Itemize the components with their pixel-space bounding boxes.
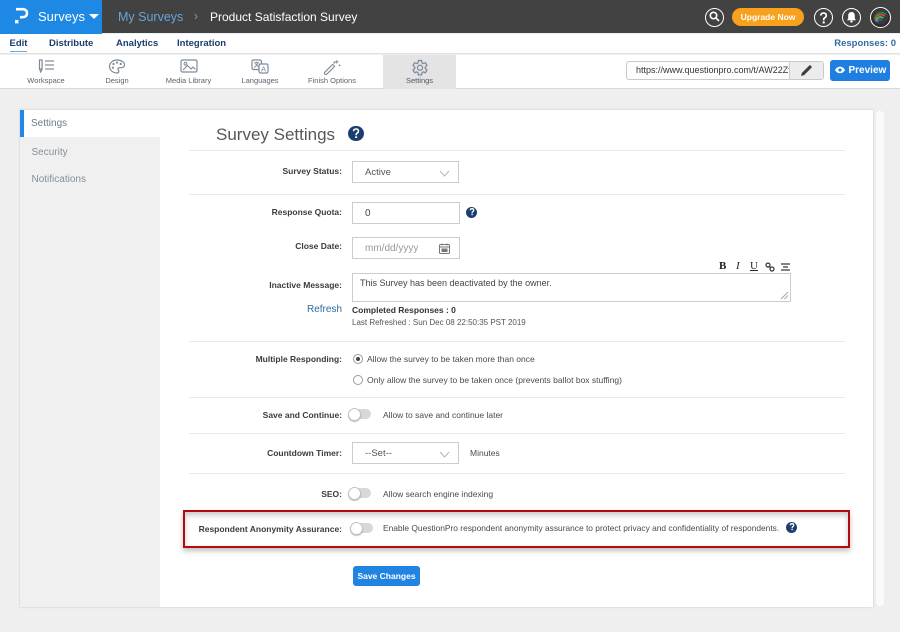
svg-text:A: A [261,64,266,73]
